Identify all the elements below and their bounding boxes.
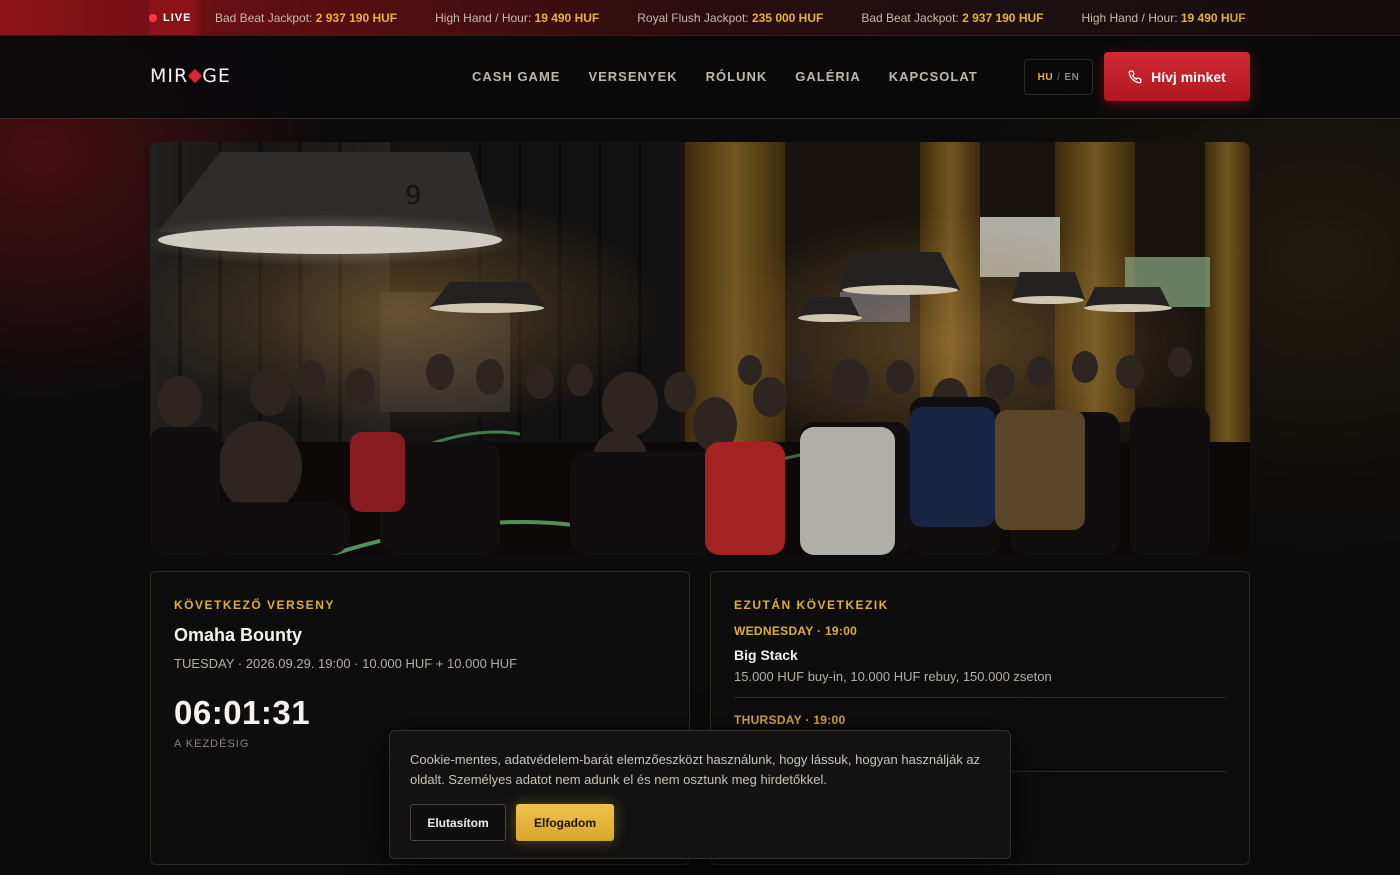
- upcoming-desc: 15.000 HUF buy-in, 10.000 HUF rebuy, 150…: [734, 669, 1052, 684]
- next-tournament-title[interactable]: Omaha Bounty: [174, 625, 302, 646]
- site-header: MIR GE CASH GAME VERSENYEK RÓLUNK GALÉRI…: [0, 36, 1400, 119]
- hero-photo: 9: [150, 142, 1250, 555]
- upcoming-name: Big Stack: [734, 647, 798, 663]
- upcoming-eyebrow: EZUTÁN KÖVETKEZIK: [734, 598, 889, 612]
- upcoming-when: WEDNESDAY · 19:00: [734, 624, 858, 638]
- call-us-button[interactable]: Hívj minket: [1104, 52, 1250, 101]
- live-label: LIVE: [163, 12, 192, 24]
- next-tournament-meta: TUESDAY · 2026.09.29. 19:00 · 10.000 HUF…: [174, 656, 518, 671]
- upcoming-when: THURSDAY · 19:00: [734, 713, 846, 727]
- logo-text-left: MIR: [150, 65, 189, 87]
- poker-room-illustration: 9: [150, 142, 1250, 555]
- main-nav: CASH GAME VERSENYEK RÓLUNK GALÉRIA KAPCS…: [472, 69, 978, 84]
- ticker-item: Bad Beat Jackpot: 2 937 190 HUF: [215, 11, 398, 25]
- ticker-fade: [1220, 0, 1400, 35]
- cookie-banner: Cookie-mentes, adatvédelem-barát elemzőe…: [389, 730, 1011, 859]
- countdown-timer: 06:01:31: [174, 694, 311, 731]
- lang-hu[interactable]: HU: [1038, 72, 1053, 83]
- call-us-label: Hívj minket: [1151, 68, 1226, 85]
- nav-versenyek[interactable]: VERSENYEK: [588, 69, 677, 84]
- accept-cookies-button[interactable]: Elfogadom: [516, 804, 614, 841]
- ticker-item: Royal Flush Jackpot: 235 000 HUF: [637, 11, 824, 25]
- lang-separator: /: [1057, 71, 1061, 83]
- countdown-label: A KEZDÉSIG: [174, 738, 250, 750]
- language-switcher: HU / EN: [1024, 59, 1093, 95]
- reject-cookies-button[interactable]: Elutasítom: [410, 804, 506, 841]
- next-tournament-eyebrow: KÖVETKEZŐ VERSENY: [174, 598, 335, 612]
- ticker-track: Bad Beat Jackpot: 2 937 190 HUF High Han…: [215, 0, 1284, 35]
- mirage-logo[interactable]: MIR GE: [150, 64, 231, 88]
- jackpot-ticker: Bad Beat Jackpot: 2 937 190 HUF High Han…: [0, 0, 1400, 36]
- nav-galeria[interactable]: GALÉRIA: [795, 69, 861, 84]
- phone-icon: [1128, 70, 1142, 83]
- list-item[interactable]: WEDNESDAY · 19:00 Big Stack 15.000 HUF b…: [734, 624, 1227, 698]
- nav-rolunk[interactable]: RÓLUNK: [706, 69, 768, 84]
- diamond-icon: [188, 68, 203, 84]
- live-dot-icon: [149, 14, 157, 22]
- cookie-text: Cookie-mentes, adatvédelem-barát elemzőe…: [410, 752, 981, 787]
- nav-cash-game[interactable]: CASH GAME: [472, 69, 560, 84]
- logo-text-right: GE: [202, 65, 231, 87]
- live-indicator: LIVE: [149, 0, 204, 35]
- lang-en[interactable]: EN: [1064, 72, 1079, 83]
- nav-kapcsolat[interactable]: KAPCSOLAT: [889, 69, 978, 84]
- ticker-item: Bad Beat Jackpot: 2 937 190 HUF: [861, 11, 1044, 25]
- ticker-item: High Hand / Hour: 19 490 HUF: [435, 11, 600, 25]
